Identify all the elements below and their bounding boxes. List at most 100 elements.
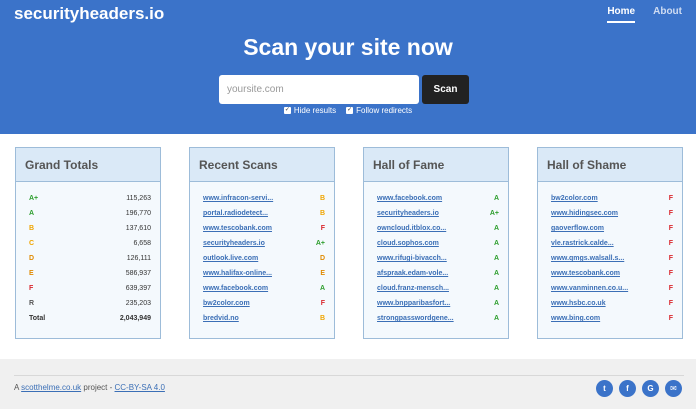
grade-badge: A	[493, 285, 499, 292]
list-item: www.hsbc.co.uk F	[551, 296, 673, 311]
site-link[interactable]: www.facebook.com	[203, 285, 268, 292]
grade-badge: A	[493, 315, 499, 322]
nav-about[interactable]: About	[653, 6, 682, 23]
site-link[interactable]: www.facebook.com	[377, 195, 442, 202]
list-item: bw2color.com F	[551, 191, 673, 206]
site-link[interactable]: www.halifax-online...	[203, 270, 272, 277]
scan-count: 6,658	[133, 240, 151, 247]
checkbox-checked-icon[interactable]: ✓	[283, 107, 291, 114]
list-item: www.infracon-servi... B	[203, 191, 325, 206]
site-link[interactable]: afspraak.edam-vole...	[377, 270, 448, 277]
list-item: outlook.live.com D	[203, 251, 325, 266]
panel-title: Recent Scans	[190, 148, 334, 182]
search-input[interactable]	[219, 75, 419, 104]
site-link[interactable]: bw2color.com	[203, 300, 250, 307]
grade-badge: A	[319, 285, 325, 292]
list-item: bredvid.no B	[203, 311, 325, 326]
list-item: strongpasswordgene... A	[377, 311, 499, 326]
list-item: www.tescobank.com F	[551, 266, 673, 281]
google-plus-icon[interactable]: G	[642, 380, 659, 397]
grade-badge: B	[319, 315, 325, 322]
follow-redirects-option[interactable]: ✓ Follow redirects	[346, 106, 412, 115]
scan-count: 639,397	[125, 285, 151, 292]
list-item: www.halifax-online... E	[203, 266, 325, 281]
scan-count: 586,937	[125, 270, 151, 277]
hall-of-fame-panel: Hall of Fame www.facebook.com Asecurityhe…	[363, 147, 509, 339]
scan-button[interactable]: Scan	[422, 75, 469, 104]
grade-badge: F	[320, 225, 325, 232]
footer: A scotthelme.co.uk project - CC-BY-SA 4.…	[0, 359, 696, 409]
site-link[interactable]: bredvid.no	[203, 315, 239, 322]
grade-label: A+	[29, 195, 39, 202]
twitter-icon[interactable]: t	[596, 380, 613, 397]
site-link[interactable]: vle.rastrick.calde...	[551, 240, 614, 247]
grade-badge: A	[493, 240, 499, 247]
footer-middle: project -	[81, 383, 115, 392]
site-link[interactable]: gaoverflow.com	[551, 225, 604, 232]
list-item: www.vanminnen.co.u... F	[551, 281, 673, 296]
panel-title: Hall of Fame	[364, 148, 508, 182]
site-link[interactable]: outlook.live.com	[203, 255, 258, 262]
list-item: securityheaders.io A+	[203, 236, 325, 251]
grade-badge: A+	[489, 210, 499, 217]
grade-badge: F	[668, 195, 673, 202]
hide-results-option[interactable]: ✓ Hide results	[283, 106, 336, 115]
site-link[interactable]: cloud.franz-mensch...	[377, 285, 449, 292]
list-item: Total 2,043,949	[29, 311, 151, 326]
footer-credits: A scotthelme.co.uk project - CC-BY-SA 4.…	[14, 383, 165, 392]
recent-scans-panel: Recent Scans www.infracon-servi... Bporta…	[189, 147, 335, 339]
grade-label: B	[29, 225, 35, 232]
top-nav: Home About	[607, 6, 682, 23]
list-item: portal.radiodetect... B	[203, 206, 325, 221]
site-link[interactable]: securityheaders.io	[203, 240, 265, 247]
grade-badge: E	[320, 270, 325, 277]
checkbox-checked-icon[interactable]: ✓	[346, 107, 354, 114]
list-item: A+ 115,263	[29, 191, 151, 206]
author-link[interactable]: scotthelme.co.uk	[21, 383, 81, 392]
site-link[interactable]: portal.radiodetect...	[203, 210, 268, 217]
grade-badge: F	[668, 285, 673, 292]
site-link[interactable]: owncloud.itblox.co...	[377, 225, 446, 232]
recent-scans-list: www.infracon-servi... Bportal.radiodetect…	[190, 182, 334, 326]
nav-home[interactable]: Home	[607, 6, 636, 23]
site-link[interactable]: www.vanminnen.co.u...	[551, 285, 628, 292]
list-item: www.facebook.com A	[203, 281, 325, 296]
grade-label: D	[29, 255, 35, 262]
grade-badge: F	[668, 300, 673, 307]
grade-label: Total	[29, 315, 46, 322]
grade-badge: F	[668, 240, 673, 247]
site-link[interactable]: www.hidingsec.com	[551, 210, 618, 217]
panel-title: Hall of Shame	[538, 148, 682, 182]
site-link[interactable]: strongpasswordgene...	[377, 315, 454, 322]
grade-badge: D	[319, 255, 325, 262]
site-link[interactable]: www.tescobank.com	[203, 225, 272, 232]
list-item: www.hidingsec.com F	[551, 206, 673, 221]
list-item: www.facebook.com A	[377, 191, 499, 206]
email-icon[interactable]: ✉	[665, 380, 682, 397]
site-link[interactable]: www.bnpparibasfort...	[377, 300, 450, 307]
list-item: B 137,610	[29, 221, 151, 236]
list-item: securityheaders.io A+	[377, 206, 499, 221]
site-link[interactable]: www.tescobank.com	[551, 270, 620, 277]
grade-badge: F	[668, 210, 673, 217]
site-link[interactable]: www.hsbc.co.uk	[551, 300, 606, 307]
list-item: www.qmgs.walsall.s... F	[551, 251, 673, 266]
list-item: gaoverflow.com F	[551, 221, 673, 236]
site-link[interactable]: www.qmgs.walsall.s...	[551, 255, 624, 262]
site-link[interactable]: securityheaders.io	[377, 210, 439, 217]
footer-divider	[14, 375, 684, 376]
site-link[interactable]: www.bing.com	[551, 315, 600, 322]
site-link[interactable]: www.rifugi-bivacch...	[377, 255, 447, 262]
brand-logo[interactable]: securityheaders.io	[14, 4, 164, 24]
scan-count: 2,043,949	[119, 315, 151, 322]
grade-badge: F	[668, 315, 673, 322]
site-link[interactable]: www.infracon-servi...	[203, 195, 273, 202]
list-item: E 586,937	[29, 266, 151, 281]
grade-badge: A+	[315, 240, 325, 247]
facebook-icon[interactable]: f	[619, 380, 636, 397]
grade-badge: F	[668, 255, 673, 262]
site-link[interactable]: cloud.sophos.com	[377, 240, 439, 247]
site-link[interactable]: bw2color.com	[551, 195, 598, 202]
list-item: A 196,770	[29, 206, 151, 221]
license-link[interactable]: CC-BY-SA 4.0	[115, 383, 165, 392]
